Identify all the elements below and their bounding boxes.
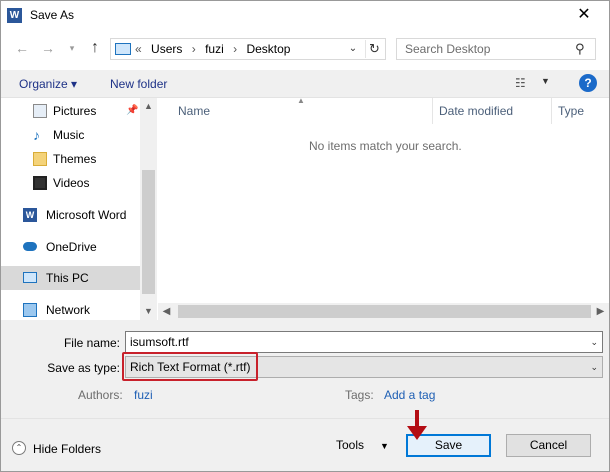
- sidebar-item-label: Network: [46, 303, 91, 317]
- breadcrumb-separator[interactable]: ›: [192, 42, 196, 56]
- breadcrumb-fuzi[interactable]: fuzi: [205, 42, 224, 56]
- close-button[interactable]: ✕: [566, 3, 602, 27]
- authors-value[interactable]: fuzi: [134, 388, 153, 402]
- pictures-icon: [33, 104, 47, 118]
- scroll-right-icon[interactable]: ▶: [592, 303, 609, 320]
- divider: [1, 418, 609, 419]
- sidebar-item-music[interactable]: ♪ Music: [1, 123, 141, 147]
- address-dropdown-icon[interactable]: ⌄: [345, 41, 361, 57]
- sidebar-item-label: Music: [53, 128, 85, 142]
- navigation-pane: Pictures 📌 ♪ Music Themes Videos W Micro…: [1, 98, 157, 320]
- help-icon[interactable]: ?: [579, 74, 597, 92]
- pin-icon[interactable]: 📌: [126, 105, 138, 116]
- view-details-icon[interactable]: ☷: [515, 76, 531, 90]
- sidebar-item-label: Themes: [53, 152, 97, 166]
- empty-message: No items match your search.: [309, 139, 462, 153]
- column-header-type[interactable]: Type: [558, 104, 584, 130]
- authors-label: Authors:: [78, 388, 123, 402]
- breadcrumb-users[interactable]: Users: [151, 42, 182, 56]
- tags-label: Tags:: [345, 388, 374, 402]
- hide-folders-button[interactable]: Hide Folders: [33, 442, 101, 456]
- organize-button[interactable]: Organize ▾: [19, 77, 77, 91]
- breadcrumb-overflow[interactable]: «: [135, 42, 142, 56]
- file-name-field[interactable]: isumsoft.rtf ⌄: [125, 331, 603, 353]
- command-bar: Organize ▾ New folder ☷ ▼ ?: [1, 70, 609, 98]
- search-input[interactable]: Search Desktop: [405, 42, 490, 56]
- sidebar-item-pictures[interactable]: Pictures 📌: [1, 99, 141, 123]
- sidebar-item-label: OneDrive: [46, 240, 97, 254]
- sidebar-item-this-pc[interactable]: This PC: [1, 266, 141, 290]
- sidebar-item-label: Videos: [53, 176, 90, 190]
- tags-input[interactable]: Add a tag: [384, 388, 435, 402]
- breadcrumb-desktop[interactable]: Desktop: [246, 42, 290, 56]
- annotation-arrow-head-icon: [407, 426, 427, 440]
- onedrive-icon: [23, 242, 37, 251]
- highlight-box: [122, 352, 258, 381]
- file-name-value[interactable]: isumsoft.rtf: [130, 335, 189, 349]
- forward-arrow-icon[interactable]: →: [38, 38, 58, 58]
- chevron-down-icon[interactable]: ⌄: [590, 337, 598, 348]
- scroll-left-icon[interactable]: ◀: [158, 303, 175, 320]
- refresh-icon[interactable]: ↻: [365, 40, 383, 58]
- chevron-up-icon[interactable]: ⌃: [12, 441, 26, 455]
- sort-ascending-icon: ▲: [297, 96, 305, 105]
- back-arrow-icon[interactable]: ←: [12, 38, 32, 58]
- scroll-thumb[interactable]: [178, 305, 591, 318]
- sidebar-item-microsoft-word[interactable]: W Microsoft Word: [1, 203, 141, 227]
- recent-locations-chevron-icon[interactable]: ▾: [62, 38, 82, 58]
- word-icon: W: [23, 208, 37, 222]
- this-pc-icon: [115, 43, 131, 55]
- up-arrow-icon[interactable]: ↑: [85, 38, 105, 58]
- sidebar-item-label: This PC: [46, 271, 89, 285]
- window-title: Save As: [30, 8, 75, 22]
- column-divider[interactable]: [551, 98, 552, 124]
- this-pc-icon: [23, 272, 37, 283]
- scroll-thumb[interactable]: [142, 170, 155, 294]
- column-divider[interactable]: [432, 98, 433, 124]
- music-icon: ♪: [33, 127, 40, 143]
- content-horizontal-scrollbar[interactable]: ◀ ▶: [158, 303, 609, 320]
- scroll-up-icon[interactable]: ▲: [140, 98, 157, 115]
- chevron-down-icon[interactable]: ⌄: [590, 362, 598, 373]
- file-name-label: File name:: [63, 336, 120, 350]
- videos-icon: [33, 176, 47, 190]
- tools-dropdown-icon[interactable]: ▼: [380, 441, 389, 451]
- address-bar[interactable]: « Users › fuzi › Desktop ⌄ ↻: [110, 38, 386, 60]
- word-icon: W: [7, 8, 22, 23]
- search-icon: ⚲: [575, 41, 585, 56]
- sidebar-item-network[interactable]: Network: [1, 298, 141, 322]
- view-dropdown-icon[interactable]: ▼: [541, 76, 550, 86]
- sidebar-item-themes[interactable]: Themes: [1, 147, 141, 171]
- network-icon: [23, 303, 37, 317]
- navigation-scrollbar[interactable]: ▲ ▼: [140, 98, 157, 320]
- sidebar-item-videos[interactable]: Videos: [1, 171, 141, 195]
- sidebar-item-onedrive[interactable]: OneDrive: [1, 235, 141, 259]
- breadcrumb: « Users › fuzi › Desktop: [135, 42, 296, 56]
- column-header-date-modified[interactable]: Date modified: [439, 104, 513, 130]
- title-bar: W Save As ✕: [0, 0, 610, 31]
- new-folder-button[interactable]: New folder: [110, 77, 167, 91]
- sidebar-item-label: Pictures: [53, 104, 97, 118]
- folder-icon: [33, 152, 47, 166]
- breadcrumb-separator[interactable]: ›: [233, 42, 237, 56]
- cancel-button[interactable]: Cancel: [506, 434, 591, 457]
- sidebar-item-label: Microsoft Word: [46, 208, 127, 222]
- column-header-name[interactable]: Name: [178, 104, 210, 130]
- scroll-down-icon[interactable]: ▼: [140, 303, 157, 320]
- tools-button[interactable]: Tools: [336, 438, 364, 452]
- save-as-type-label: Save as type:: [47, 361, 120, 375]
- search-box[interactable]: Search Desktop ⚲: [396, 38, 596, 60]
